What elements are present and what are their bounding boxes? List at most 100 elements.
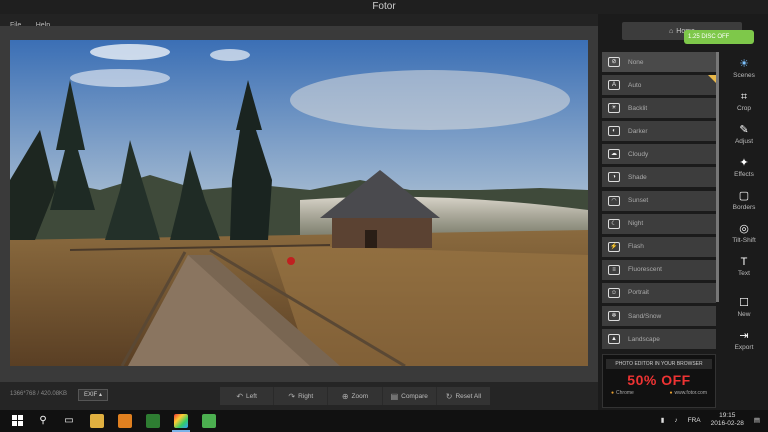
menu-bar: File Help <box>0 14 598 29</box>
view-tools: ↶ Left ↷ Right ⊕ Zoom ▤ Compare ↻ Reset … <box>220 387 490 405</box>
scene-item-flash[interactable]: ⚡ Flash <box>602 236 716 257</box>
rail-label: Crop <box>736 105 752 112</box>
text-icon: T <box>740 256 748 268</box>
new-icon: ☐ <box>739 297 749 309</box>
night-icon: ☾ <box>608 218 620 229</box>
landscape-photo <box>10 40 588 366</box>
app-icon-2[interactable] <box>146 414 160 428</box>
scene-label: Portrait <box>628 289 649 297</box>
scene-item-landscape[interactable]: ▲ Landscape <box>602 329 716 350</box>
notifications-icon[interactable]: ▤ <box>754 416 760 424</box>
scenes-list: ⊘ None A Auto ☀ Backlit ◐ Darker ☁ Cloudy ◑ Shade ◠ S… <box>602 52 716 352</box>
scene-label: Cloudy <box>628 150 649 158</box>
shade-icon: ◑ <box>608 172 620 183</box>
rotate-right-icon: ↷ <box>288 391 296 401</box>
rotate-left-icon: ↶ <box>236 391 244 401</box>
ad-chrome: Chrome <box>611 390 634 396</box>
search-icon[interactable]: ⚲ <box>36 414 50 428</box>
clock[interactable]: 19:15 2016-02-28 <box>711 412 744 428</box>
clock-time: 19:15 <box>719 412 736 419</box>
rotate-left-label: Left <box>246 392 257 400</box>
scene-label: Shade <box>628 173 647 181</box>
export-icon: ⇥ <box>739 330 749 342</box>
exif-button[interactable]: EXIF ▴ <box>78 389 109 401</box>
file-explorer-icon[interactable] <box>90 414 104 428</box>
network-icon[interactable]: ▮ <box>661 416 665 424</box>
scene-label: Sunset <box>628 197 649 205</box>
promo-tag[interactable]: 1.25 DISC OFF <box>684 30 754 44</box>
reset-all-label: Reset All <box>455 392 482 400</box>
ad-offer: 50% OFF <box>627 372 691 388</box>
scene-item-night[interactable]: ☾ Night <box>602 213 716 234</box>
clock-date: 2016-02-28 <box>710 420 744 427</box>
rail-label: Borders <box>732 204 756 211</box>
reset-all-button[interactable]: ↻ Reset All <box>437 387 490 405</box>
volume-icon[interactable]: ♪ <box>674 417 677 424</box>
promo-ad[interactable]: PHOTO EDITOR IN YOUR BROWSER 50% OFF Chr… <box>602 354 716 408</box>
app-title: Fotor <box>372 1 396 12</box>
scene-item-portrait[interactable]: ☺ Portrait <box>602 282 716 303</box>
image-info: 1366*768 / 420.08KB <box>10 391 68 397</box>
compare-button[interactable]: ▤ Compare <box>383 387 437 405</box>
scene-label: Night <box>628 220 644 228</box>
scene-item-sunset[interactable]: ◠ Sunset <box>602 190 716 211</box>
backlit-icon: ☀ <box>608 103 620 114</box>
rail-text[interactable]: T Text <box>722 250 766 283</box>
rail-export[interactable]: ⇥ Export <box>722 324 766 357</box>
scene-item-cloudy[interactable]: ☁ Cloudy <box>602 144 716 165</box>
ad-headline: PHOTO EDITOR IN YOUR BROWSER <box>606 359 712 369</box>
fotor-taskbar-icon[interactable] <box>174 414 188 428</box>
rail-spacer <box>722 283 766 291</box>
fotor-window: Fotor File Help <box>0 0 768 410</box>
rotate-right-label: Right <box>298 392 314 400</box>
scene-label: Fluorescent <box>628 266 662 274</box>
photo-canvas[interactable] <box>10 40 588 366</box>
zoom-icon: ⊕ <box>341 391 349 401</box>
rail-scenes[interactable]: ☀ Scenes <box>722 52 766 85</box>
tilt-shift-icon: ◎ <box>739 223 749 235</box>
scene-item-auto[interactable]: A Auto <box>602 75 716 96</box>
scene-label: None <box>628 58 644 66</box>
promo-text: 1.25 DISC OFF <box>688 34 730 40</box>
scene-label: Landscape <box>628 335 660 343</box>
rail-tilt-shift[interactable]: ◎ Tilt-Shift <box>722 217 766 250</box>
scene-item-shade[interactable]: ◑ Shade <box>602 167 716 188</box>
scene-item-fluorescent[interactable]: ≡ Fluorescent <box>602 259 716 280</box>
reset-icon: ↻ <box>445 391 453 401</box>
language-indicator[interactable]: FRA <box>688 417 701 424</box>
system-tray: ▮ ♪ FRA 19:15 2016-02-28 ▤ <box>661 412 760 428</box>
rail-effects[interactable]: ✦ Effects <box>722 151 766 184</box>
scene-item-darker[interactable]: ◐ Darker <box>602 121 716 142</box>
task-view-icon[interactable]: ▭ <box>62 414 76 428</box>
rail-adjust[interactable]: ✎ Adjust <box>722 118 766 151</box>
scenes-scrollbar[interactable] <box>716 52 719 302</box>
rotate-left-button[interactable]: ↶ Left <box>220 387 275 405</box>
windows-start-icon[interactable] <box>12 415 24 427</box>
app-icon-3[interactable] <box>202 414 216 428</box>
rotate-right-button[interactable]: ↷ Right <box>274 387 329 405</box>
app-icon-1[interactable] <box>118 414 132 428</box>
scene-item-backlit[interactable]: ☀ Backlit <box>602 98 716 119</box>
borders-icon: ▢ <box>738 190 750 202</box>
tool-rail: ☀ Scenes ⌗ Crop ✎ Adjust ✦ Effects ▢ Borders ◎ Tilt… <box>722 52 766 357</box>
fluorescent-icon: ≡ <box>608 264 620 275</box>
zoom-button[interactable]: ⊕ Zoom <box>328 387 383 405</box>
bottom-toolbar: 1366*768 / 420.08KB EXIF ▴ ↶ Left ↷ Righ… <box>0 382 598 410</box>
rail-label: Scenes <box>733 72 755 79</box>
auto-icon: A <box>608 80 620 91</box>
flash-icon: ⚡ <box>608 241 620 252</box>
rail-crop[interactable]: ⌗ Crop <box>722 85 766 118</box>
ad-site: www.fotor.com <box>669 390 707 396</box>
rail-new[interactable]: ☐ New <box>722 291 766 324</box>
effects-icon: ✦ <box>739 157 749 169</box>
rail-label: Adjust <box>734 138 754 145</box>
sunset-icon: ◠ <box>608 195 620 206</box>
crop-icon: ⌗ <box>740 91 748 103</box>
rail-label: Text <box>738 270 750 277</box>
scene-label: Flash <box>628 243 644 251</box>
rail-borders[interactable]: ▢ Borders <box>722 184 766 217</box>
rail-label: Effects <box>734 171 754 178</box>
scene-item-sand-snow[interactable]: ❄ Sand/Snow <box>602 306 716 327</box>
scene-item-none[interactable]: ⊘ None <box>602 52 716 72</box>
scene-label: Backlit <box>628 104 648 112</box>
